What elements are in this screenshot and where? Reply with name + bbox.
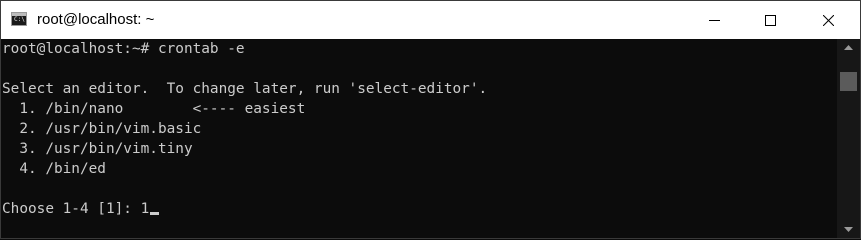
terminal-output[interactable]: root@localhost:~# crontab -e Select an e… (1, 39, 837, 238)
text-cursor (150, 212, 160, 215)
chevron-down-icon (844, 227, 853, 232)
scroll-up-button[interactable] (837, 39, 860, 57)
scroll-down-button[interactable] (837, 221, 860, 238)
terminal-prompt-line[interactable]: Choose 1-4 [1]: 1 (2, 199, 160, 219)
terminal-prompt-text: Choose 1-4 [1]: 1 (2, 201, 150, 217)
maximize-icon (765, 15, 776, 26)
minimize-button[interactable] (691, 1, 737, 39)
terminal-line-option-1: 1. /bin/nano <---- easiest (2, 101, 306, 117)
close-icon (823, 15, 834, 26)
terminal-line-option-4: 4. /bin/ed (2, 161, 106, 177)
terminal-icon[interactable]: C:\ (11, 12, 27, 26)
minimize-icon (709, 20, 720, 21)
scroll-thumb[interactable] (840, 72, 857, 91)
terminal-line-select-editor: Select an editor. To change later, run '… (2, 81, 488, 97)
vertical-scrollbar[interactable] (837, 39, 860, 238)
window-title: root@localhost: ~ (37, 11, 155, 28)
close-button[interactable] (805, 1, 851, 39)
terminal-window: C:\ root@localhost: ~ root@localhost:~# … (0, 0, 861, 239)
maximize-button[interactable] (747, 1, 793, 39)
chevron-up-icon (844, 45, 853, 50)
terminal-line-option-3: 3. /usr/bin/vim.tiny (2, 141, 193, 157)
title-bar[interactable]: C:\ root@localhost: ~ (1, 1, 860, 39)
terminal-line-option-2: 2. /usr/bin/vim.basic (2, 121, 202, 137)
terminal-line-command: root@localhost:~# crontab -e (2, 41, 245, 57)
